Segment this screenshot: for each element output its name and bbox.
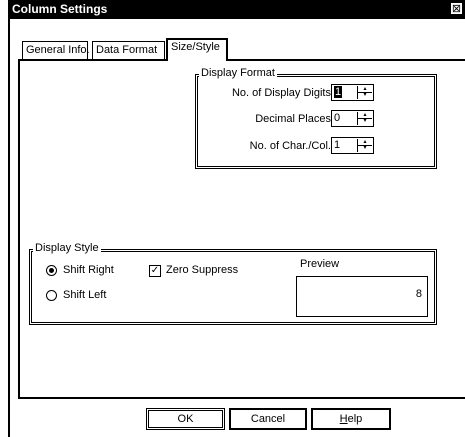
spin-down-icon[interactable]: ▾ (358, 92, 372, 98)
char-col-stepper[interactable]: 1 ▴ ▾ (331, 137, 374, 154)
spin-down-icon[interactable]: ▾ (358, 145, 372, 151)
char-col-label: No. of Char./Col. (249, 140, 331, 152)
spin-buttons[interactable]: ▴ ▾ (357, 86, 372, 99)
preview-box: 8 (296, 276, 428, 317)
shift-left-radio[interactable] (46, 290, 57, 301)
window-title: Column Settings (12, 2, 108, 16)
help-mnemonic: H (339, 413, 348, 425)
tab-label: Size/Style (171, 41, 220, 53)
shift-right-label[interactable]: Shift Right (63, 264, 114, 276)
close-icon[interactable]: ⊠ (450, 2, 463, 15)
spin-down-icon[interactable]: ▾ (358, 118, 372, 124)
spin-buttons[interactable]: ▴ ▾ (357, 139, 372, 152)
preview-value: 8 (415, 288, 422, 300)
preview-label: Preview (300, 258, 340, 270)
display-digits-value[interactable]: 1 (334, 86, 343, 98)
display-format-legend: Display Format (199, 67, 277, 79)
char-col-value[interactable]: 1 (334, 139, 340, 151)
zero-suppress-label[interactable]: Zero Suppress (166, 264, 238, 276)
cancel-button[interactable]: Cancel (229, 408, 307, 430)
shift-left-label[interactable]: Shift Left (63, 289, 106, 301)
decimal-places-label: Decimal Places (255, 113, 331, 125)
title-bar: Column Settings ⊠ (8, 0, 465, 19)
zero-suppress-checkbox[interactable]: ✓ (149, 265, 161, 277)
display-style-legend: Display Style (33, 242, 101, 254)
ok-button[interactable]: OK (146, 408, 225, 430)
shift-right-radio[interactable] (46, 265, 57, 276)
tab-label: Data Format (96, 44, 158, 56)
tab-size-style[interactable]: Size/Style (166, 38, 228, 61)
tab-data-format[interactable]: Data Format (92, 41, 165, 59)
display-digits-stepper[interactable]: 1 ▴ ▾ (331, 84, 374, 101)
help-label-rest: elp (347, 413, 363, 425)
tab-label: General Info. (26, 44, 90, 56)
display-digits-label: No. of Display Digits (231, 87, 331, 99)
help-button[interactable]: Help (311, 408, 391, 430)
tab-general-info[interactable]: General Info. (22, 41, 90, 59)
spin-buttons[interactable]: ▴ ▾ (357, 112, 372, 125)
decimal-places-value[interactable]: 0 (334, 112, 340, 124)
decimal-places-stepper[interactable]: 0 ▴ ▾ (331, 110, 374, 127)
